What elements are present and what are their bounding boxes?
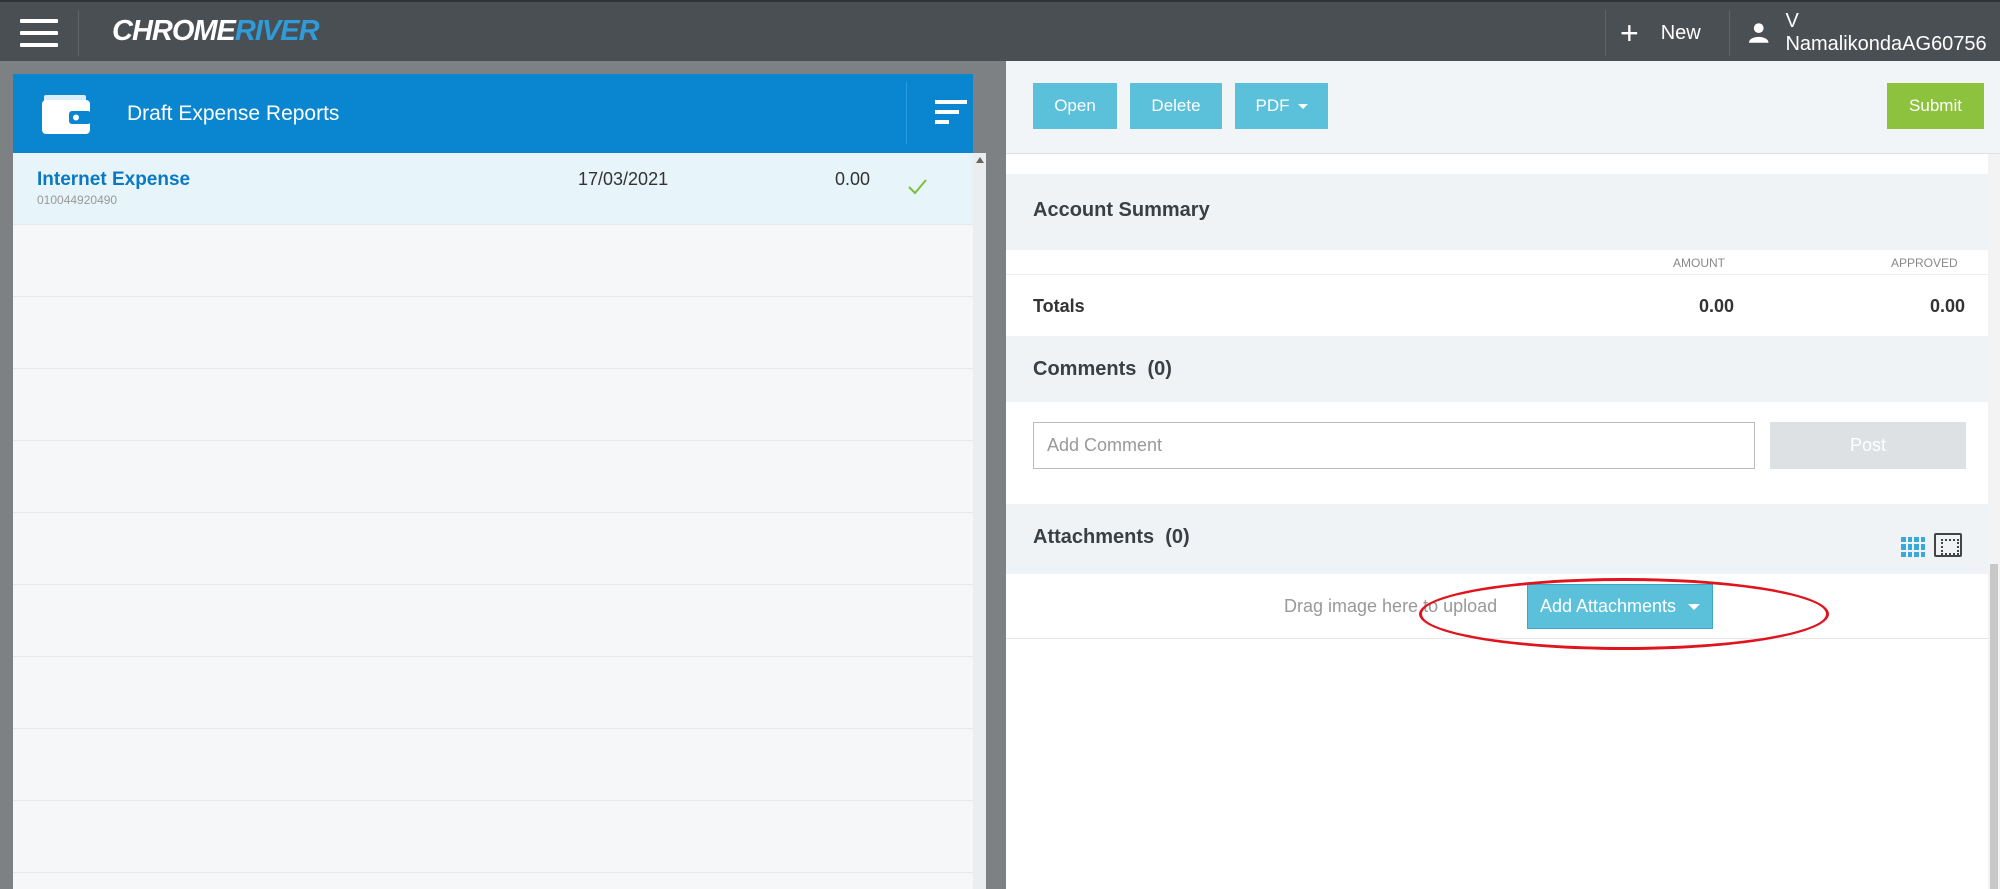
submit-button[interactable]: Submit [1887, 83, 1984, 129]
panel-title: Draft Expense Reports [127, 102, 340, 125]
report-row[interactable]: Internet Expense 010044920490 17/03/2021… [13, 153, 973, 225]
expand-view-icon[interactable] [1934, 533, 1962, 557]
section-title: Comments (0) [1033, 358, 1172, 380]
scrollbar-thumb[interactable] [1990, 564, 1998, 889]
toolbar: Open Delete PDF Submit [1006, 61, 2000, 154]
check-icon [908, 179, 927, 195]
menu-icon[interactable] [20, 19, 58, 47]
top-bar: CHROMERIVER + New V NamalikondaAG60756 [0, 0, 2000, 61]
caret-down-icon [1688, 603, 1701, 610]
report-detail-panel: Open Delete PDF Submit Account Summary A… [1006, 61, 2000, 889]
totals-label: Totals [1033, 296, 1085, 316]
plus-icon: + [1620, 15, 1639, 51]
empty-row [13, 513, 973, 585]
report-list: Internet Expense 010044920490 17/03/2021… [13, 153, 973, 889]
totals-row: Totals 0.00 0.00 [1006, 274, 1988, 334]
report-name: Internet Expense [37, 169, 191, 190]
new-button[interactable]: + New [1620, 16, 1701, 50]
empty-row [13, 297, 973, 369]
divider [1729, 10, 1730, 56]
empty-row [13, 657, 973, 729]
report-list-panel: Draft Expense Reports Internet Expense 0… [13, 74, 986, 889]
comments-header: Comments (0) [1006, 336, 1988, 402]
report-date: 17/03/2021 [578, 169, 669, 189]
totals-amount: 0.00 [1699, 296, 1735, 316]
report-list-header: Draft Expense Reports [13, 74, 973, 153]
user-name: V NamalikondaAG60756 [1785, 10, 1987, 55]
empty-row [13, 369, 973, 441]
user-menu[interactable]: V NamalikondaAG60756 [1748, 10, 2000, 55]
comment-input[interactable] [1033, 422, 1755, 469]
user-icon [1748, 23, 1769, 43]
empty-row [13, 801, 973, 873]
empty-row [13, 225, 973, 297]
grid-view-icon[interactable] [1901, 537, 1925, 557]
totals-approved: 0.00 [1930, 296, 1966, 316]
pdf-button[interactable]: PDF [1235, 83, 1328, 129]
report-amount: 0.00 [835, 169, 871, 189]
section-title: Attachments (0) [1033, 526, 1190, 548]
wallet-icon [42, 95, 91, 134]
delete-button[interactable]: Delete [1130, 83, 1222, 129]
column-header-amount: AMOUNT [1673, 256, 1725, 270]
account-summary-header: Account Summary [1006, 174, 1988, 250]
post-button[interactable]: Post [1770, 422, 1966, 469]
report-number: 010044920490 [37, 193, 118, 207]
divider [78, 10, 79, 56]
divider [906, 82, 907, 144]
empty-row [13, 585, 973, 657]
divider [1605, 10, 1606, 56]
new-label: New [1660, 21, 1701, 44]
sort-icon[interactable] [935, 100, 967, 126]
attachment-dropzone[interactable]: Drag image here to upload Add Attachment… [1006, 574, 1988, 639]
add-attachments-button[interactable]: Add Attachments [1527, 584, 1713, 629]
scrollbar[interactable] [1988, 154, 2000, 889]
attachments-header: Attachments (0) [1006, 504, 1988, 574]
column-header-approved: APPROVED [1891, 256, 1958, 270]
open-button[interactable]: Open [1033, 83, 1117, 129]
drag-hint: Drag image here to upload [1284, 596, 1498, 616]
empty-row [13, 729, 973, 801]
chrome-river-logo[interactable]: CHROMERIVER [112, 15, 320, 48]
caret-down-icon [1297, 103, 1308, 109]
scrollbar[interactable] [973, 153, 986, 889]
section-title: Account Summary [1033, 199, 1210, 221]
scroll-up-icon[interactable] [976, 157, 984, 163]
empty-row [13, 441, 973, 513]
